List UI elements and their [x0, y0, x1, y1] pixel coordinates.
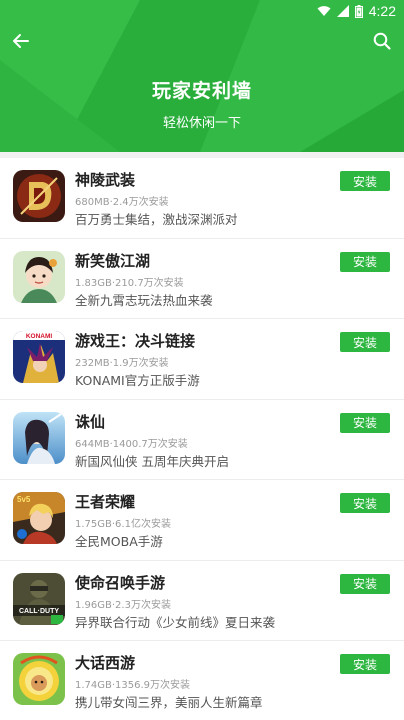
zhuxian-game-icon[interactable]	[13, 411, 65, 464]
app-description: 百万勇士集结，激战深渊派对	[75, 212, 238, 227]
signal-icon	[336, 5, 349, 17]
dahua-xiyou-icon[interactable]	[13, 653, 65, 705]
app-description: 携儿带女闯三界，美丽人生新篇章	[75, 695, 263, 710]
page-subtitle: 轻松休闲一下	[162, 116, 241, 131]
app-description: 新国风仙侠 五周年庆典开启	[75, 453, 229, 469]
app-meta: 1.75GB·6.1亿次安装	[75, 519, 171, 530]
konami-logo-text: KONAMI	[26, 333, 53, 340]
install-button[interactable]: 安装	[340, 251, 390, 272]
install-button[interactable]: 安装	[340, 493, 390, 513]
list-item[interactable]: KONAMI 游戏王：决斗链接 232MB·1.9万次安装 KONAMI官方正版…	[0, 319, 404, 400]
app-description: 全民MOBA手游	[75, 534, 163, 549]
app-meta: 644MB·1400.7万次安装	[75, 438, 188, 450]
wifi-icon	[317, 6, 331, 16]
install-button[interactable]: 安装	[340, 654, 390, 674]
call-of-duty-logo-text: CALL·DUTY	[19, 608, 59, 615]
install-button[interactable]: 安装	[340, 573, 390, 594]
app-meta: 232MB·1.9万次安装	[75, 358, 169, 369]
list-item[interactable]: CALL·DUTY 使命召唤手游 1.96GB·2.3万次安装 异界联合行动《少…	[0, 561, 404, 641]
install-button[interactable]: 安装	[340, 171, 390, 191]
search-icon[interactable]	[372, 31, 392, 51]
call-of-duty-icon[interactable]: CALL·DUTY	[13, 572, 65, 625]
app-name: 使命召唤手游	[75, 573, 166, 592]
app-name: 神陵武装	[75, 171, 136, 189]
app-meta: 680MB·2.4万次安装	[75, 197, 169, 208]
page-title: 玩家安利墙	[151, 80, 252, 102]
list-item[interactable]: 新笑傲江湖 1.83GB·210.7万次安装 全新九霄志玩法热血来袭 安装	[0, 239, 404, 319]
app-name: 王者荣耀	[75, 493, 136, 511]
app-meta: 1.83GB·210.7万次安装	[75, 277, 184, 289]
header-banner: 4:22 玩家安利墙 轻松休闲一下	[0, 0, 404, 152]
status-bar: 4:22	[0, 0, 404, 22]
list-item[interactable]: 神陵武装 680MB·2.4万次安装 百万勇士集结，激战深渊派对 安装	[0, 158, 404, 239]
app-name: 诛仙	[75, 412, 106, 431]
5v5-logo-text: 5v5	[17, 495, 31, 504]
shenling-game-icon[interactable]	[13, 170, 65, 222]
app-name: 大话西游	[75, 654, 136, 672]
list-item[interactable]: 大话西游 1.74GB·1356.9万次安装 携儿带女闯三界，美丽人生新篇章 安…	[0, 641, 404, 720]
back-arrow-icon[interactable]	[10, 30, 32, 52]
app-name: 新笑傲江湖	[75, 251, 151, 270]
xiaoao-game-icon[interactable]	[13, 250, 65, 303]
app-meta: 1.96GB·2.3万次安装	[75, 599, 171, 611]
battery-icon	[354, 4, 363, 18]
list-item[interactable]: 诛仙 644MB·1400.7万次安装 新国风仙侠 五周年庆典开启 安装	[0, 400, 404, 480]
app-description: KONAMI官方正版手游	[75, 373, 200, 388]
app-list: 神陵武装 680MB·2.4万次安装 百万勇士集结，激战深渊派对 安装 新笑傲江…	[0, 158, 404, 720]
app-name: 游戏王：决斗链接	[75, 332, 196, 350]
list-item[interactable]: 5v5 王者荣耀 1.75GB·6.1亿次安装 全民MOBA手游 安装	[0, 480, 404, 561]
honor-of-kings-icon[interactable]: 5v5	[13, 492, 65, 544]
install-button[interactable]: 安装	[340, 332, 390, 352]
install-button[interactable]: 安装	[340, 412, 390, 433]
app-description: 异界联合行动《少女前线》夏日来袭	[75, 614, 276, 630]
status-time: 4:22	[368, 3, 396, 19]
app-meta: 1.74GB·1356.9万次安装	[75, 680, 191, 691]
app-description: 全新九霄志玩法热血来袭	[75, 292, 213, 308]
yugioh-game-icon[interactable]: KONAMI	[13, 331, 65, 383]
